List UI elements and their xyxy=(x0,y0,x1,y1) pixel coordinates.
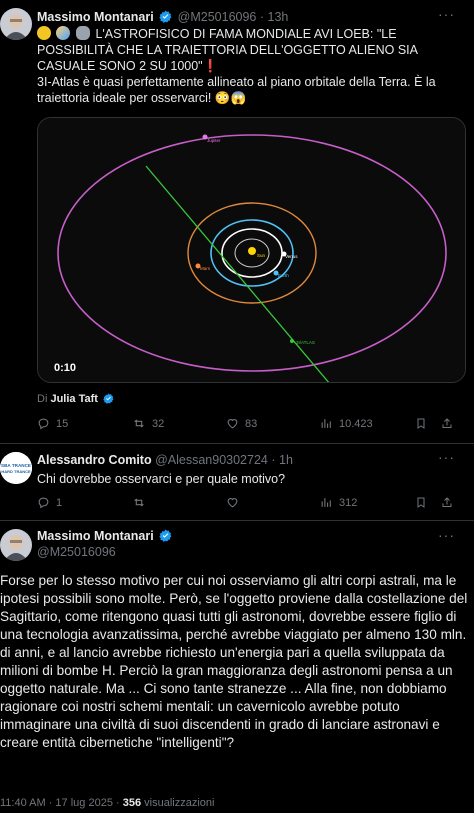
avatar-logo: SBA TRANCE HARD TRANCE xyxy=(0,452,32,484)
repost-count: 32 xyxy=(152,417,165,430)
bookmark-icon xyxy=(417,497,425,508)
repost-button[interactable] xyxy=(132,496,226,509)
ufo-emoji-icon xyxy=(75,26,90,40)
avatar-text-1: SBA TRANCE xyxy=(1,463,31,468)
views-count: 312 xyxy=(339,496,358,509)
author-name[interactable]: Alessandro Comito xyxy=(37,453,152,467)
tweet-time[interactable]: 1h xyxy=(279,453,293,467)
verified-icon xyxy=(159,10,172,23)
video-timestamp: 0:10 xyxy=(54,362,77,374)
repost-icon xyxy=(134,498,144,507)
verified-icon xyxy=(159,529,172,542)
main-tweet-text: Forse per lo stesso motivo per cui noi o… xyxy=(0,573,468,750)
tweet-1[interactable]: Massimo Montanari @M25016096 · 13h ··· L… xyxy=(0,0,474,443)
like-count: 83 xyxy=(245,417,258,430)
views-button[interactable]: 10.423 xyxy=(320,417,415,430)
avatar-image xyxy=(0,529,32,561)
avatar[interactable]: SBA TRANCE HARD TRANCE xyxy=(0,452,32,484)
reply-tweet[interactable]: SBA TRANCE HARD TRANCE Alessandro Comito… xyxy=(0,444,474,520)
bookmark-button[interactable] xyxy=(415,417,441,430)
heart-icon xyxy=(227,419,238,429)
share-icon xyxy=(442,418,452,428)
exclamation-emoji-icon: ❗ xyxy=(202,59,219,73)
avatar-text-2: HARD TRANCE xyxy=(1,469,31,474)
views-count: 10.423 xyxy=(339,417,373,430)
author-handle[interactable]: @M25016096 xyxy=(178,10,257,24)
share-button[interactable] xyxy=(441,417,461,430)
tweet-meta: 11:40 AM · 17 lug 2025 · 356 visualizzaz… xyxy=(0,797,214,809)
avatar[interactable] xyxy=(0,529,32,561)
views-button[interactable]: 312 xyxy=(320,496,415,509)
verified-icon xyxy=(103,393,114,404)
reply-text: Chi dovrebbe osservarci e per quale moti… xyxy=(37,472,286,486)
tweet-text: L'ASTROFISICO DI FAMA MONDIALE AVI LOEB:… xyxy=(37,26,467,106)
separator-dot: · xyxy=(259,10,265,24)
reply-button[interactable]: 15 xyxy=(37,417,132,430)
author-name[interactable]: Massimo Montanari xyxy=(37,529,154,543)
views-label: visualizzazioni xyxy=(141,797,215,809)
label-earth: Earth xyxy=(278,273,289,278)
repost-button[interactable]: 32 xyxy=(132,417,226,430)
tweet-time[interactable]: 13h xyxy=(268,10,289,24)
reply-count: 15 xyxy=(56,417,69,430)
author-handle[interactable]: @M25016096 xyxy=(37,545,116,559)
bookmark-icon xyxy=(417,418,425,429)
label-mars: Mars xyxy=(200,266,211,271)
tweet-timestamp[interactable]: 11:40 AM · 17 lug 2025 · xyxy=(0,797,123,809)
author-handle[interactable]: @Alessan90302724 xyxy=(155,453,268,467)
repost-icon xyxy=(134,419,144,428)
separator-dot: · xyxy=(271,453,276,467)
more-options-icon[interactable]: ··· xyxy=(438,527,455,543)
flushed-emoji-icon: 😳 xyxy=(214,91,231,105)
tweet-actions: 15 32 83 10.423 xyxy=(37,417,467,430)
video-attribution[interactable]: Di Julia Taft xyxy=(37,393,116,405)
reply-icon xyxy=(38,497,49,509)
orbit-animation: Jupiter Mars Venus Earth Sun 3I/ATLAS xyxy=(38,118,465,382)
reply-count: 1 xyxy=(56,496,63,509)
more-options-icon[interactable]: ··· xyxy=(438,449,455,465)
tweet-text-line1: L'ASTROFISICO DI FAMA MONDIALE AVI LOEB:… xyxy=(37,27,418,73)
views-icon xyxy=(321,498,331,507)
reply-button[interactable]: 1 xyxy=(37,496,132,509)
atlas-object xyxy=(290,339,294,343)
tweet-actions: 1 312 xyxy=(37,496,467,509)
more-options-icon[interactable]: ··· xyxy=(438,6,455,22)
scream-emoji-icon: 😱 xyxy=(230,91,247,105)
share-button[interactable] xyxy=(441,496,461,509)
heart-icon xyxy=(227,498,238,508)
comet-emoji-icon xyxy=(56,26,71,40)
label-sun: Sun xyxy=(257,253,266,258)
like-button[interactable]: 83 xyxy=(226,417,320,430)
sun xyxy=(248,247,256,255)
views-count: 356 xyxy=(122,797,142,809)
label-venus: Venus xyxy=(285,254,298,259)
author-name[interactable]: Massimo Montanari xyxy=(37,10,154,24)
label-jupiter: Jupiter xyxy=(207,138,221,143)
reply-icon xyxy=(38,418,49,430)
like-button[interactable] xyxy=(226,496,320,509)
avatar-image xyxy=(0,8,32,40)
moon-emoji-icon xyxy=(37,26,51,40)
views-icon xyxy=(321,419,331,428)
attribution-prefix: Di xyxy=(37,393,48,405)
avatar[interactable] xyxy=(0,8,32,40)
share-icon xyxy=(442,497,452,507)
video-player[interactable]: Jupiter Mars Venus Earth Sun 3I/ATLAS 0:… xyxy=(37,117,466,383)
bookmark-button[interactable] xyxy=(415,496,441,509)
label-atlas: 3I/ATLAS xyxy=(296,340,315,345)
attribution-name[interactable]: Julia Taft xyxy=(50,393,97,405)
